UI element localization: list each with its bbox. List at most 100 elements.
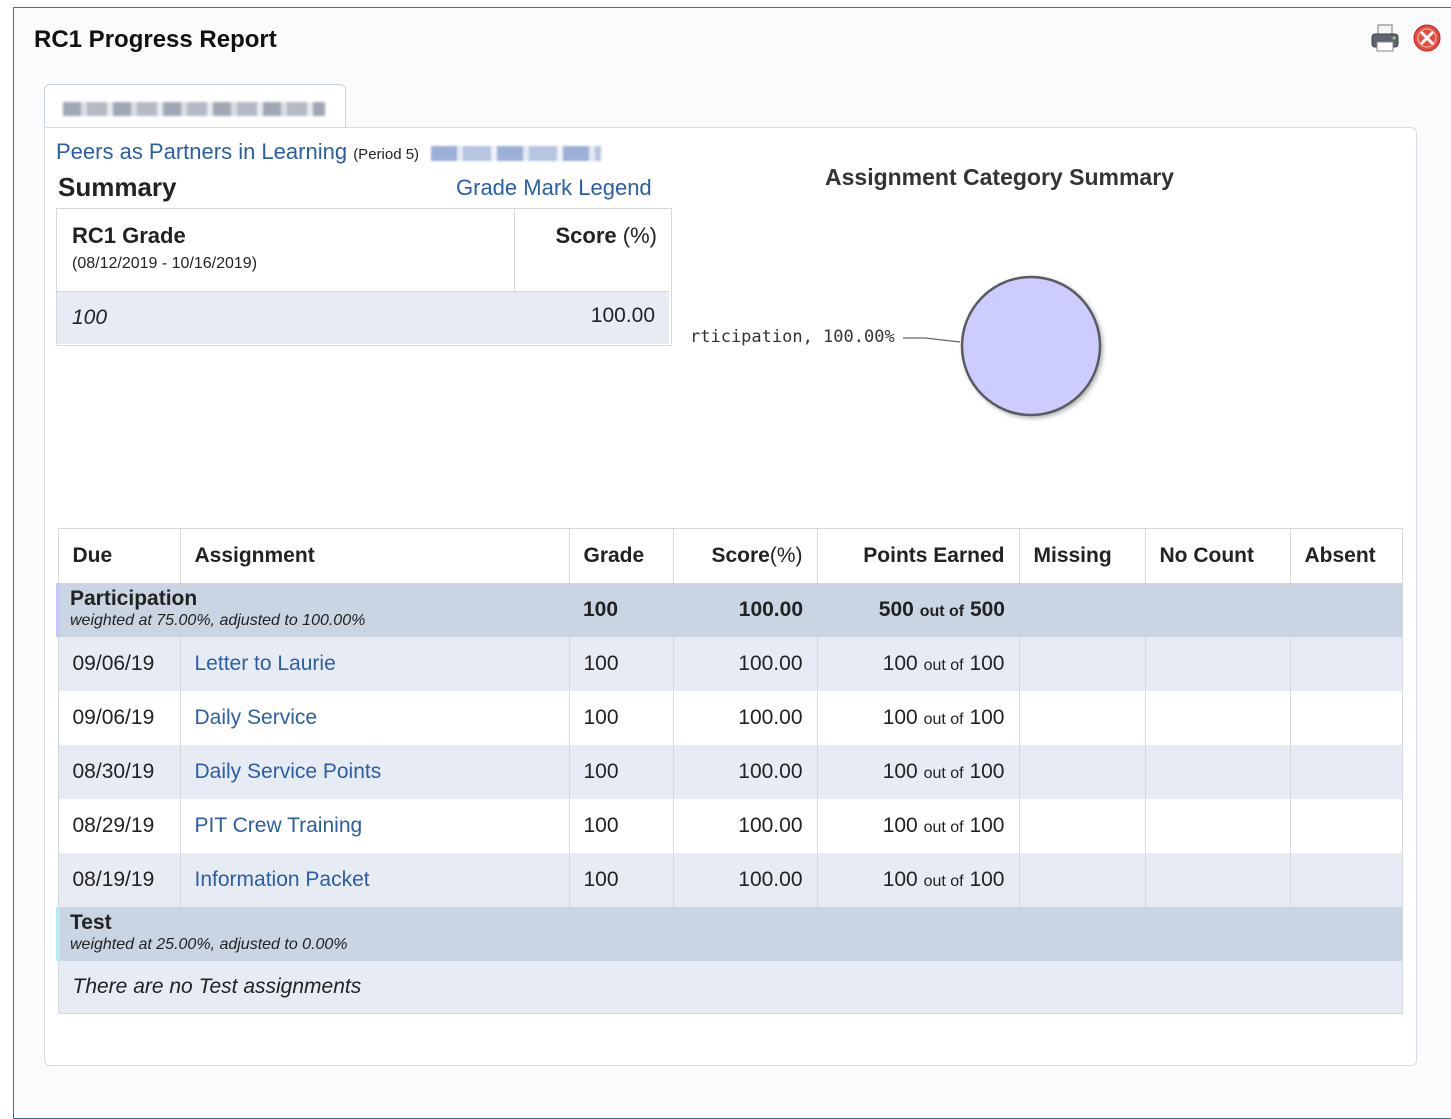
row-missing [1019,853,1146,907]
category-nocount [1145,583,1290,637]
course-period: (Period 5) [353,146,420,163]
pie-slice-participation[interactable] [960,275,1102,417]
row-score: 100.00 [673,637,818,691]
row-missing [1019,637,1146,691]
row-possible: 100 [969,652,1005,675]
row-assignment: Letter to Laurie [180,637,570,691]
date-range: (08/12/2019 - 10/16/2019) [72,255,258,272]
col-due[interactable]: Due [58,528,181,583]
out-of-label: out of [923,873,964,890]
row-absent [1290,853,1403,907]
course-name-link[interactable]: Peers as Partners in Learning [56,139,347,164]
row-due: 08/30/19 [58,745,181,799]
col-missing[interactable]: Missing [1019,528,1146,583]
row-earned: 100 [882,760,918,783]
table-header-row: Due Assignment Grade Score(%) Points Ear… [58,528,1403,583]
table-row: 09/06/19 Daily Service 100 100.00 100 ou… [58,691,1403,745]
col-absent[interactable]: Absent [1290,528,1403,583]
chart-title: Assignment Category Summary [825,164,1174,190]
window-title: RC1 Progress Report [34,26,277,53]
progress-report-window: RC1 Progress Report Peers as Partners in… [13,7,1451,1119]
summary-row: 100 100.00 [57,291,669,344]
assignments-table: Due Assignment Grade Score(%) Points Ear… [56,528,1403,1014]
category-grade [569,907,673,961]
assignment-link[interactable]: Letter to Laurie [195,652,336,675]
row-nocount [1145,745,1291,799]
col-grade[interactable]: Grade [569,528,674,583]
assignment-link[interactable]: Daily Service [195,706,318,729]
close-icon[interactable] [1411,22,1443,54]
category-missing [1019,907,1145,961]
redacted-student-name [63,102,325,116]
assignment-link[interactable]: PIT Crew Training [195,814,363,837]
rc1-grade-header: RC1 Grade [72,223,186,248]
row-score: 100.00 [673,799,818,853]
col-score-label: Score [711,544,770,567]
col-score[interactable]: Score(%) [673,528,818,583]
row-possible: 100 [969,868,1005,891]
category-row-test: Test weighted at 25.00%, adjusted to 0.0… [56,907,1403,961]
table-row: 08/29/19 PIT Crew Training 100 100.00 10… [58,799,1403,853]
row-absent [1290,691,1403,745]
row-due: 09/06/19 [58,691,181,745]
col-assignment[interactable]: Assignment [180,528,570,583]
summary-score: 100.00 [590,304,655,327]
category-missing [1019,583,1145,637]
out-of-label: out of [919,603,965,620]
col-points-earned[interactable]: Points Earned [817,528,1020,583]
row-absent [1290,637,1403,691]
score-header-label: Score [555,223,617,248]
row-nocount [1145,691,1291,745]
category-possible: 500 [969,598,1005,621]
row-assignment: Information Packet [180,853,570,907]
row-assignment: PIT Crew Training [180,799,570,853]
redacted-teacher-name [431,145,602,161]
category-pie-chart: rticipation, 100.00% [690,275,1102,417]
row-points: 100 out of 100 [817,799,1020,853]
row-points: 100 out of 100 [817,691,1020,745]
row-grade: 100 [569,637,674,691]
row-score: 100.00 [673,691,818,745]
row-points: 100 out of 100 [817,745,1020,799]
row-absent [1290,745,1403,799]
col-no-count[interactable]: No Count [1145,528,1291,583]
category-points [817,907,1019,961]
category-name: Test [70,911,112,934]
grade-mark-legend-link[interactable]: Grade Mark Legend [456,175,652,201]
category-points: 500 out of 500 [817,583,1019,637]
empty-test-row: There are no Test assignments [58,961,1403,1014]
row-possible: 100 [969,814,1005,837]
table-row: 09/06/19 Letter to Laurie 100 100.00 100… [58,637,1403,691]
category-score: 100.00 [673,583,817,637]
row-earned: 100 [882,814,918,837]
student-tab[interactable] [44,84,346,129]
category-score [673,907,817,961]
out-of-label: out of [923,711,964,728]
row-score: 100.00 [673,745,818,799]
category-earned: 500 [878,598,914,621]
category-absent [1290,907,1403,961]
row-grade: 100 [569,853,674,907]
category-absent [1290,583,1403,637]
row-due: 09/06/19 [58,637,181,691]
row-grade: 100 [569,691,674,745]
category-name: Participation [70,587,198,610]
report-panel: Peers as Partners in Learning (Period 5)… [44,127,1417,1066]
table-row: 08/19/19 Information Packet 100 100.00 1… [58,853,1403,907]
row-nocount [1145,853,1291,907]
row-earned: 100 [882,706,918,729]
pie-leader-line [903,337,961,343]
category-grade: 100 [569,583,673,637]
assignment-link[interactable]: Daily Service Points [195,760,382,783]
out-of-label: out of [923,819,964,836]
title-icons [1369,22,1443,54]
row-earned: 100 [882,652,918,675]
printer-icon[interactable] [1369,22,1401,54]
row-absent [1290,799,1403,853]
row-missing [1019,691,1146,745]
out-of-label: out of [923,657,964,674]
row-assignment: Daily Service [180,691,570,745]
row-nocount [1145,799,1291,853]
assignment-link[interactable]: Information Packet [195,868,370,891]
row-due: 08/19/19 [58,853,181,907]
